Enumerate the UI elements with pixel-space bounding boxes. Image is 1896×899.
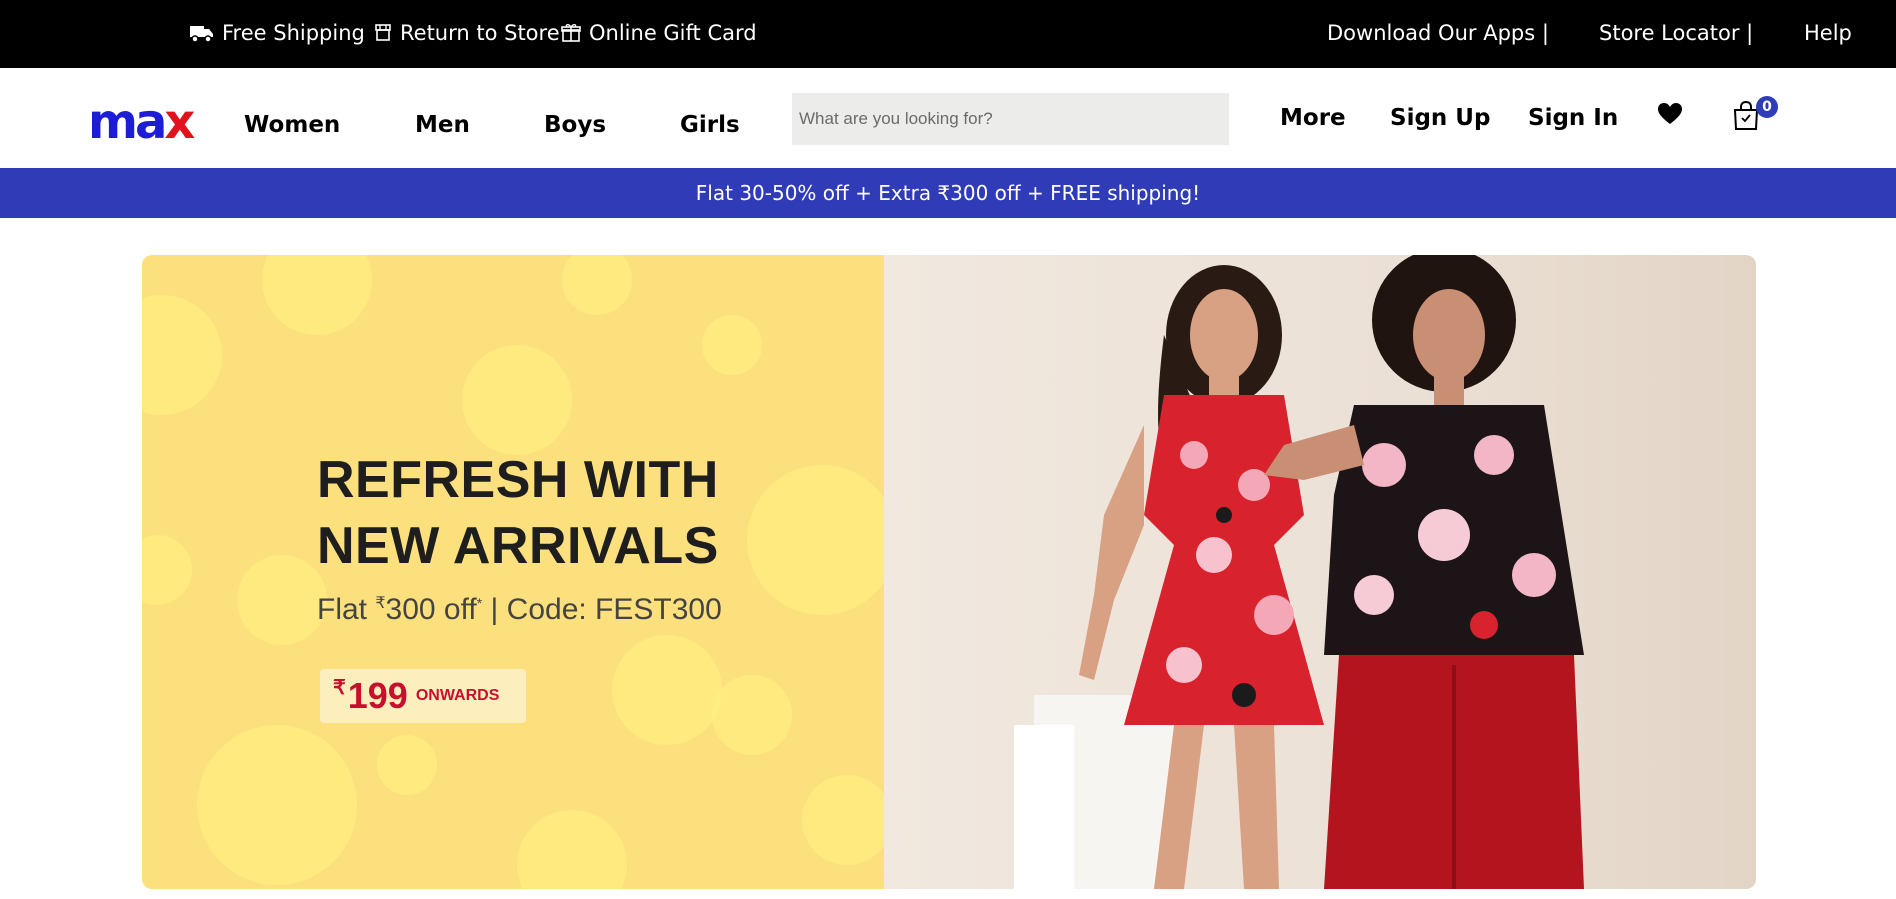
online-gift-card-link[interactable]: Online Gift Card	[561, 21, 757, 45]
bokeh-decoration	[377, 735, 437, 795]
store-locator-link[interactable]: Store Locator |	[1599, 21, 1753, 45]
download-apps-link[interactable]: Download Our Apps |	[1327, 21, 1549, 45]
dress-flower	[1196, 537, 1232, 573]
logo-letter-m: m	[88, 94, 138, 150]
bokeh-decoration	[562, 255, 632, 315]
hero-headline-line2: NEW ARRIVALS	[317, 517, 719, 575]
top-flower	[1362, 443, 1406, 487]
nav-girls[interactable]: Girls	[680, 112, 740, 138]
bokeh-decoration	[517, 810, 627, 889]
offer-currency: ₹	[375, 595, 386, 612]
hero-banner[interactable]: REFRESH WITH NEW ARRIVALS Flat ₹300 off*…	[142, 255, 1756, 889]
model1-arm	[1079, 425, 1144, 680]
offer-prefix: Flat	[317, 593, 376, 626]
bokeh-decoration	[197, 725, 357, 885]
top-flower	[1470, 611, 1498, 639]
main-header: max Women Men Boys Girls More Sign Up Si…	[0, 68, 1896, 168]
sign-in-link[interactable]: Sign In	[1528, 105, 1618, 131]
top-flower	[1354, 575, 1394, 615]
nav-boys[interactable]: Boys	[544, 112, 606, 138]
bokeh-decoration	[702, 315, 762, 375]
bokeh-decoration	[237, 555, 327, 645]
model1-leg	[1234, 725, 1279, 889]
top-flower	[1418, 509, 1470, 561]
bokeh-decoration	[802, 775, 884, 865]
bokeh-decoration	[142, 535, 192, 605]
bokeh-decoration	[462, 345, 572, 455]
search-input[interactable]	[792, 93, 1229, 145]
models-illustration	[1014, 255, 1584, 889]
help-link[interactable]: Help	[1804, 21, 1852, 45]
max-logo[interactable]: max	[88, 98, 195, 146]
hero-models-image	[884, 255, 1756, 889]
model1-face	[1190, 289, 1258, 381]
hero-offer-text: Flat ₹300 off* | Code: FEST300	[317, 593, 722, 627]
heart-icon	[1657, 103, 1683, 130]
dress-flower	[1254, 595, 1294, 635]
sign-up-link[interactable]: Sign Up	[1390, 105, 1490, 131]
wishlist-button[interactable]	[1657, 102, 1683, 130]
model2-neck	[1434, 375, 1464, 410]
nav-men[interactable]: Men	[415, 112, 470, 138]
dress-flower	[1166, 647, 1202, 683]
price-currency: ₹	[333, 677, 346, 699]
store-icon	[374, 24, 392, 42]
promo-strip[interactable]: Flat 30-50% off + Extra ₹300 off + FREE …	[0, 168, 1896, 218]
gift-icon	[561, 23, 581, 43]
bokeh-decoration	[747, 465, 884, 615]
logo-letter-a: a	[135, 94, 167, 150]
shopping-bag-icon	[1733, 100, 1759, 135]
promo-text: Flat 30-50% off + Extra ₹300 off + FREE …	[695, 181, 1201, 205]
bokeh-decoration	[262, 255, 372, 335]
price-amount: 199	[347, 675, 408, 716]
dress-flower	[1216, 507, 1232, 523]
model2-face	[1413, 289, 1485, 381]
truck-icon	[190, 23, 214, 43]
price-tag: ₹ 199 ONWARDS	[320, 669, 526, 723]
bokeh-decoration	[612, 635, 722, 745]
hero-headline-line1: REFRESH WITH	[317, 451, 719, 509]
free-shipping-link[interactable]: Free Shipping	[190, 21, 365, 45]
free-shipping-label: Free Shipping	[222, 21, 365, 45]
hero-text-panel: REFRESH WITH NEW ARRIVALS Flat ₹300 off*…	[142, 255, 884, 889]
return-to-store-label: Return to Store	[400, 21, 560, 45]
offer-amount: 300 off	[385, 593, 477, 626]
logo-letter-x: x	[164, 94, 195, 150]
nav-women[interactable]: Women	[244, 112, 340, 138]
price-suffix: ONWARDS	[415, 687, 500, 704]
online-gift-card-label: Online Gift Card	[589, 21, 757, 45]
hero-headline: REFRESH WITH NEW ARRIVALS	[317, 447, 719, 579]
dress-flower	[1180, 441, 1208, 469]
return-to-store-link[interactable]: Return to Store	[374, 21, 560, 45]
top-flower	[1474, 435, 1514, 475]
more-menu[interactable]: More	[1280, 105, 1346, 131]
bokeh-decoration	[712, 675, 792, 755]
top-utility-bar: Free Shipping Return to Store Online Gif…	[0, 0, 1896, 68]
cart-count-badge: 0	[1756, 96, 1778, 118]
stool-shape	[1014, 725, 1074, 889]
bokeh-decoration	[142, 295, 222, 415]
offer-code: | Code: FEST300	[482, 593, 722, 626]
dress-flower	[1232, 683, 1256, 707]
top-flower	[1512, 553, 1556, 597]
